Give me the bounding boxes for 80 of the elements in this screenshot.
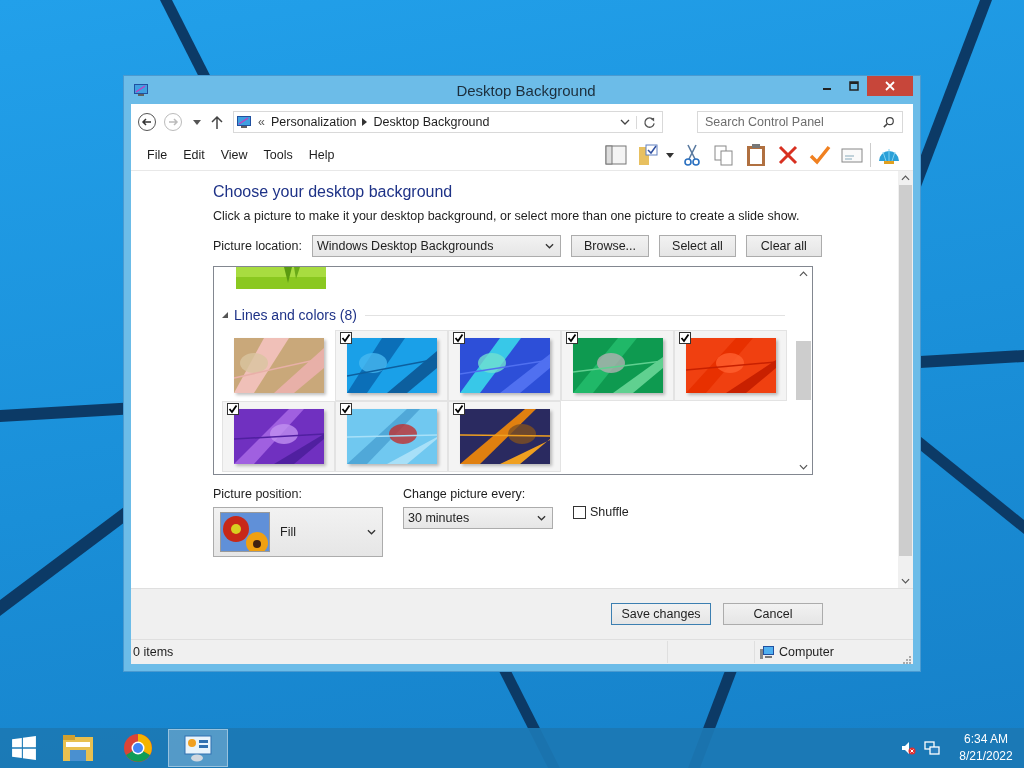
caret-icon[interactable] (666, 152, 674, 158)
checkbox[interactable] (227, 403, 239, 415)
scroll-up-icon[interactable] (901, 175, 910, 181)
picture-tile[interactable] (448, 401, 561, 472)
monitor-icon (236, 114, 252, 130)
monitor-icon (133, 82, 149, 98)
action-button[interactable]: Select all (659, 235, 736, 257)
minimize-icon (822, 88, 831, 90)
menu-item[interactable]: File (139, 148, 176, 162)
checkbox[interactable] (340, 403, 352, 415)
menu-item[interactable]: Help (300, 148, 343, 162)
scroll-up-icon[interactable] (799, 271, 808, 277)
speaker-muted-icon[interactable] (900, 740, 916, 756)
checkbox[interactable] (453, 403, 465, 415)
picture-tile[interactable] (674, 330, 787, 401)
scroll-down-icon[interactable] (901, 578, 910, 584)
clipboard-icon[interactable] (744, 143, 768, 167)
field-label: Picture location: (213, 239, 302, 253)
overflow-chevron[interactable]: « (258, 115, 265, 129)
chevron-down-icon (544, 243, 554, 249)
folder-check-icon[interactable] (636, 143, 660, 167)
checkbox-label[interactable]: Shuffle (590, 505, 629, 519)
refresh-icon[interactable] (636, 115, 656, 129)
dialog-button[interactable]: Save changes (611, 603, 711, 625)
separator-arrow-icon[interactable] (362, 118, 368, 126)
scrollbar[interactable] (898, 171, 913, 588)
close-button[interactable] (867, 76, 913, 96)
group-title[interactable]: Lines and colors (8) (234, 307, 357, 323)
resize-grip-icon[interactable] (903, 656, 911, 664)
menu-item[interactable]: View (212, 148, 256, 162)
chevron-down-icon (537, 515, 546, 521)
menu-item[interactable]: Tools (255, 148, 301, 162)
checkbox[interactable] (679, 332, 691, 344)
picture-tile[interactable] (335, 330, 448, 401)
checkbox[interactable] (566, 332, 578, 344)
clock[interactable]: 6:34 AM 8/21/2022 (948, 731, 1024, 765)
menu-item[interactable]: Edit (175, 148, 213, 162)
breadcrumb[interactable]: Personalization (270, 115, 357, 129)
location-dropdown[interactable]: Windows Desktop Backgrounds (311, 235, 561, 257)
up-arrow-icon[interactable] (211, 115, 223, 129)
search-icon[interactable] (883, 116, 895, 128)
scrollbar-thumb[interactable] (796, 341, 811, 400)
computer-icon (759, 644, 775, 660)
interval-dropdown[interactable]: 30 minutes (403, 507, 553, 529)
location-label: Computer (779, 645, 834, 659)
address-bar[interactable]: « Personalization Desktop Background (233, 111, 663, 133)
action-button[interactable]: Browse... (570, 235, 650, 257)
item-count: 0 items (133, 645, 175, 659)
position-dropdown[interactable]: Fill (213, 507, 383, 557)
description-text: Click a picture to make it your desktop background, or select more than one picture to create a slide show. (213, 209, 801, 223)
delete-icon[interactable] (776, 143, 800, 167)
picture-tile[interactable] (448, 330, 561, 401)
dropdown-chevron-icon[interactable] (620, 119, 630, 125)
layout-pane-icon[interactable] (604, 143, 628, 167)
network-icon[interactable] (924, 740, 940, 756)
dialog-button[interactable]: Cancel (723, 603, 823, 625)
chevron-down-icon (367, 529, 376, 535)
breadcrumb[interactable]: Desktop Background (373, 115, 490, 129)
picture-tile[interactable] (222, 401, 335, 472)
windows-logo-icon (11, 735, 37, 761)
window-title: Desktop Background (455, 81, 597, 99)
field-label: Picture position: (213, 487, 303, 501)
maximize-icon (848, 81, 859, 91)
scroll-down-icon[interactable] (799, 464, 808, 470)
page-heading: Choose your desktop background (213, 183, 454, 201)
control-panel-icon[interactable] (168, 729, 228, 767)
scrollbar-thumb[interactable] (899, 185, 912, 556)
checkbox[interactable] (453, 332, 465, 344)
action-button[interactable]: Clear all (745, 235, 822, 257)
field-label: Change picture every: (403, 487, 527, 501)
picture-tile[interactable] (561, 330, 674, 401)
expand-arrow-icon[interactable] (222, 312, 228, 318)
checkbox[interactable] (340, 332, 352, 344)
checkmark-icon[interactable] (808, 143, 832, 167)
close-icon (885, 81, 895, 91)
shuffle-checkbox[interactable] (573, 505, 586, 519)
caret-icon[interactable] (193, 119, 201, 125)
back-button[interactable] (137, 112, 157, 132)
search-field[interactable]: Search Control Panel (697, 111, 903, 133)
picture-tile[interactable] (335, 401, 448, 472)
